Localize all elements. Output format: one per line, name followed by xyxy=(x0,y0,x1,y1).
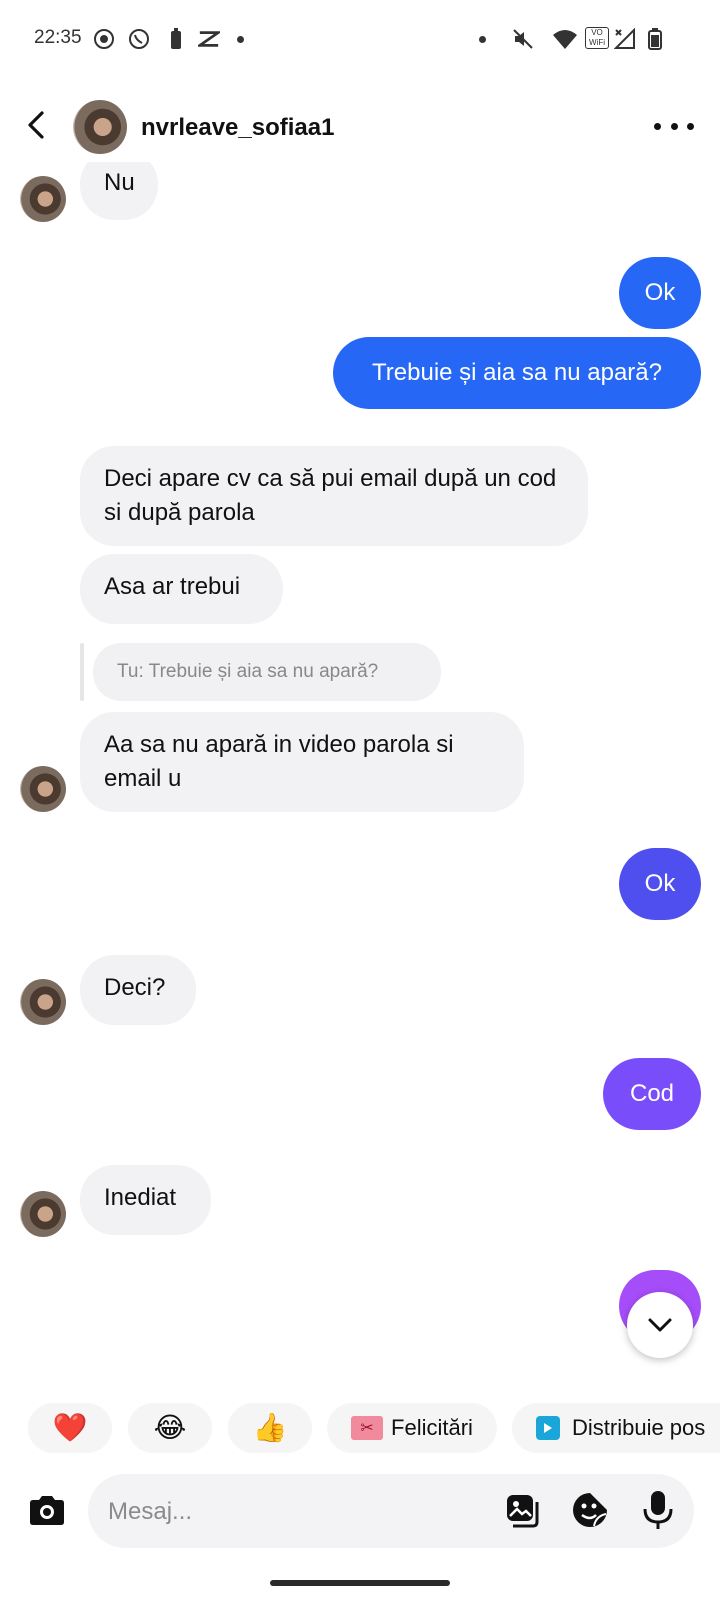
gallery-icon[interactable] xyxy=(504,1492,542,1530)
message-bubble-in[interactable]: Aa sa nu apară in video parola si email … xyxy=(80,712,524,812)
vowifi-icon: VO WiFi xyxy=(585,27,609,49)
heart-icon: ❤️ xyxy=(52,1412,88,1443)
message-bubble-in[interactable]: Inediat xyxy=(80,1165,211,1235)
wifi-icon xyxy=(552,28,578,50)
contact-avatar[interactable] xyxy=(73,100,127,154)
message-bubble-in[interactable]: Deci apare cv ca să pui email după un co… xyxy=(80,446,588,546)
mute-icon xyxy=(512,28,534,50)
thumbs-up-icon: 👍 xyxy=(252,1412,288,1443)
status-time: 22:35 xyxy=(34,27,82,48)
ribbon-icon: ✂ xyxy=(351,1416,384,1440)
message-bubble-in[interactable]: Asa ar trebui xyxy=(80,554,283,624)
chevron-down-icon xyxy=(648,1318,672,1332)
screen-record-icon xyxy=(93,28,115,50)
quick-reply-share-post[interactable]: Distribuie pos xyxy=(512,1403,720,1453)
play-icon xyxy=(536,1416,560,1440)
chat-header: nvrleave_sofiaa1 xyxy=(0,90,720,162)
quick-reply-label: Distribuie pos xyxy=(572,1415,706,1440)
battery-icon xyxy=(644,28,666,50)
quick-reply-heart[interactable]: ❤️ xyxy=(28,1403,112,1453)
sender-avatar[interactable] xyxy=(20,1191,66,1237)
message-bubble-out[interactable]: Ok xyxy=(619,848,701,920)
reply-indicator xyxy=(80,643,84,701)
home-indicator[interactable] xyxy=(270,1580,450,1586)
quick-reply-thumbs-up[interactable]: 👍 xyxy=(228,1403,312,1453)
message-input[interactable] xyxy=(106,1488,490,1536)
whatsapp-icon xyxy=(128,28,150,50)
camera-icon[interactable] xyxy=(26,1490,68,1532)
laughing-face-icon: 😂 xyxy=(153,1412,187,1443)
more-options-icon[interactable] xyxy=(654,114,694,138)
message-bubble-out[interactable]: Cod xyxy=(603,1058,701,1130)
scroll-to-bottom-button[interactable] xyxy=(627,1292,693,1358)
dot-icon xyxy=(479,36,486,43)
quick-reply-congrats[interactable]: ✂ Felicitări xyxy=(327,1403,497,1453)
contact-username[interactable]: nvrleave_sofiaa1 xyxy=(141,114,334,142)
sender-avatar[interactable] xyxy=(20,176,66,222)
notification-dot-icon xyxy=(237,36,244,43)
message-row: Nu xyxy=(0,162,720,232)
sender-avatar[interactable] xyxy=(20,766,66,812)
signal-icon xyxy=(614,28,636,50)
back-arrow-icon[interactable] xyxy=(20,108,54,142)
quick-reply-laugh[interactable]: 😂 xyxy=(128,1403,212,1453)
message-bubble-in[interactable]: Nu xyxy=(80,162,158,220)
sender-avatar[interactable] xyxy=(20,979,66,1025)
message-bubble-in[interactable]: Deci? xyxy=(80,955,196,1025)
capcut-icon xyxy=(198,28,220,50)
quick-reply-label: Felicitări xyxy=(391,1415,473,1440)
message-bubble-out[interactable]: Trebuie și aia sa nu apară? xyxy=(333,337,701,409)
status-bar: 22:35 VO WiFi xyxy=(0,0,720,80)
microphone-icon[interactable] xyxy=(640,1488,676,1532)
message-bubble-out[interactable]: Ok xyxy=(619,257,701,329)
replied-message-preview[interactable]: Tu: Trebuie și aia sa nu apară? xyxy=(93,643,441,701)
sticker-icon[interactable] xyxy=(570,1490,610,1530)
battery-saver-icon xyxy=(165,28,187,50)
